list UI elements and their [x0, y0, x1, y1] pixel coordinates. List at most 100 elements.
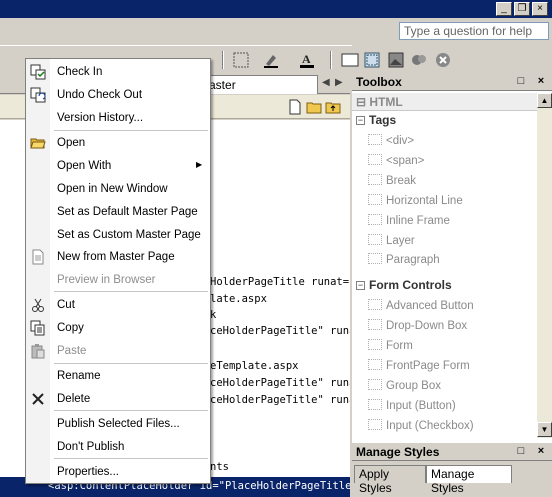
dock-button[interactable]: □: [514, 444, 528, 458]
menu-item-label: Rename: [57, 370, 101, 382]
collapse-icon: −: [356, 280, 365, 290]
html-section-header[interactable]: ⊟ HTML: [352, 93, 537, 111]
tab-manage-styles[interactable]: Manage Styles: [426, 465, 512, 495]
toolbox-item-div[interactable]: <div>: [368, 134, 414, 147]
menu-item-set-default-master[interactable]: Set as Default Master Page: [26, 201, 210, 223]
up-folder-icon[interactable]: [325, 99, 341, 115]
menu-item-preview-in-browser[interactable]: Preview in Browser: [26, 269, 210, 291]
tab-scroll-left-icon[interactable]: ◀: [322, 77, 330, 88]
menu-item-open-in-new-window[interactable]: Open in New Window: [26, 178, 210, 200]
dock-button[interactable]: □: [514, 74, 528, 88]
styles-close-button[interactable]: ×: [534, 444, 548, 458]
check-in-icon: [30, 64, 46, 80]
toolbox-item-label: Advanced Button: [386, 300, 474, 312]
toolbox-item-frontpage-form[interactable]: FrontPage Form: [368, 359, 470, 372]
manage-styles-header: Manage Styles □ ×: [352, 443, 552, 461]
toolbox-item-label: Input (Button): [386, 400, 456, 412]
toolbox-item-label: Form: [386, 340, 413, 352]
scroll-up-button[interactable]: ▲: [537, 93, 552, 108]
toolbox-close-button[interactable]: ×: [534, 74, 548, 88]
font-color-icon[interactable]: A: [298, 51, 316, 69]
toolbar-separator: [222, 51, 224, 69]
menu-item-label: Open With: [57, 160, 112, 172]
tab-apply-styles[interactable]: Apply Styles: [354, 465, 426, 495]
toolbox-item-label: Group Box: [386, 380, 441, 392]
copy-icon: [30, 320, 45, 336]
break-icon: [368, 174, 382, 185]
toolbox-item-layer[interactable]: Layer: [368, 234, 415, 247]
new-page-icon: [32, 249, 44, 265]
menu-item-label: Open: [57, 137, 86, 149]
span-icon: [368, 154, 382, 165]
close-button[interactable]: ×: [532, 2, 548, 16]
toolbox-item-inline-frame[interactable]: Inline Frame: [368, 214, 450, 227]
menu-item-undo-check-out[interactable]: Undo Check Out: [26, 84, 210, 106]
menu-item-paste[interactable]: Paste: [26, 340, 210, 362]
toolbox-item-form[interactable]: Form: [368, 339, 413, 352]
borders-icon[interactable]: [232, 51, 250, 69]
menu-item-dont-publish[interactable]: Don't Publish: [26, 436, 210, 458]
toolbox-item-break[interactable]: Break: [368, 174, 416, 187]
menu-item-new-from-master[interactable]: New from Master Page: [26, 246, 210, 268]
undo-check-out-icon: [30, 87, 46, 103]
horizontal-line-icon: [368, 194, 382, 205]
layer-icon: [368, 234, 382, 245]
paragraph-icon: [368, 253, 382, 264]
menu-item-open-with[interactable]: Open With ▶: [26, 155, 210, 177]
new-page-icon[interactable]: [287, 99, 303, 115]
menu-item-label: Check In: [57, 66, 103, 78]
help-search-input[interactable]: Type a question for help: [399, 22, 549, 40]
form-icon: [368, 339, 382, 350]
collapse-icon: −: [356, 115, 365, 125]
toolbox-item-input-checkbox[interactable]: Input (Checkbox): [368, 419, 474, 432]
table-icon[interactable]: [363, 51, 381, 69]
input-checkbox-icon: [368, 419, 382, 430]
form-controls-category[interactable]: − Form Controls: [356, 278, 452, 292]
menu-item-check-in[interactable]: Check In: [26, 61, 210, 83]
new-folder-icon[interactable]: [306, 99, 322, 115]
toolbox-item-drop-down-box[interactable]: Drop-Down Box: [368, 319, 467, 332]
scroll-down-button[interactable]: ▼: [537, 422, 552, 437]
layer-icon[interactable]: [341, 51, 359, 69]
menu-item-delete[interactable]: Delete: [26, 388, 210, 410]
tab-scroll-right-icon[interactable]: ▶: [335, 77, 343, 88]
menu-item-label: Version History...: [57, 112, 144, 124]
toolbox-item-horizontal-line[interactable]: Horizontal Line: [368, 194, 463, 207]
picture-icon[interactable]: [387, 51, 405, 69]
menu-item-set-custom-master[interactable]: Set as Custom Master Page: [26, 224, 210, 246]
menu-item-publish-selected[interactable]: Publish Selected Files...: [26, 413, 210, 435]
menu-item-label: Copy: [57, 322, 84, 334]
menu-item-copy[interactable]: Copy: [26, 317, 210, 339]
toolbox-item-advanced-button[interactable]: Advanced Button: [368, 299, 474, 312]
inline-frame-icon: [368, 214, 382, 225]
menu-item-properties[interactable]: Properties...: [26, 461, 210, 483]
image-map-icon[interactable]: [410, 51, 428, 69]
toolbox-item-input-button[interactable]: Input (Button): [368, 399, 456, 412]
menu-separator: [54, 363, 208, 364]
highlight-icon[interactable]: [262, 51, 280, 69]
toolbox-item-span[interactable]: <span>: [368, 154, 424, 167]
html-section-label: HTML: [369, 95, 403, 109]
menu-item-cut[interactable]: Cut: [26, 294, 210, 316]
form-controls-category-label: Form Controls: [369, 278, 452, 292]
title-bar: _ ❐ ×: [0, 0, 552, 18]
menu-item-open[interactable]: Open: [26, 132, 210, 154]
toolbox-item-label: Break: [386, 175, 417, 187]
toolbar-separator: [330, 51, 332, 69]
menu-item-label: Set as Custom Master Page: [57, 229, 201, 241]
stop-icon[interactable]: [434, 51, 452, 69]
menu-item-label: Set as Default Master Page: [57, 206, 198, 218]
toolbox-item-group-box[interactable]: Group Box: [368, 379, 441, 392]
tags-category[interactable]: − Tags: [356, 113, 396, 127]
menu-item-rename[interactable]: Rename: [26, 365, 210, 387]
toolbox-item-paragraph[interactable]: Paragraph: [368, 253, 440, 266]
restore-button[interactable]: ❐: [514, 2, 530, 16]
code-line: nts: [210, 461, 229, 473]
toolbox-scrollbar[interactable]: ▲ ▼: [537, 93, 552, 438]
menu-item-version-history[interactable]: Version History...: [26, 107, 210, 129]
submenu-arrow-icon: ▶: [196, 160, 203, 169]
minimize-button[interactable]: _: [496, 2, 512, 16]
menu-item-label: Preview in Browser: [57, 274, 156, 286]
menu-item-label: Don't Publish: [57, 441, 125, 453]
tags-category-label: Tags: [369, 113, 397, 127]
